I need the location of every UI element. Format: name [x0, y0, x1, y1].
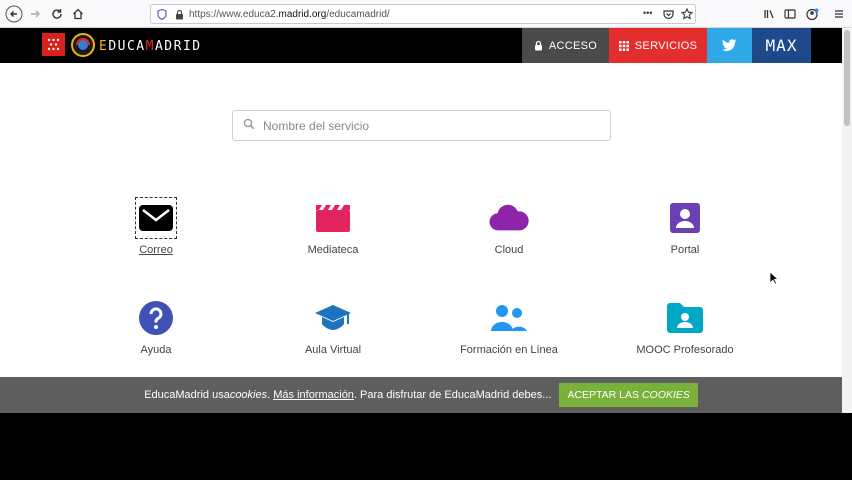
page-actions-button[interactable]: •••: [643, 8, 652, 18]
accept-label: ACEPTAR LAS: [567, 389, 642, 401]
url-text: https://www.educa2.madrid.org/educamadri…: [189, 9, 390, 20]
account-icon: [805, 8, 818, 20]
url-bar[interactable]: https://www.educa2.madrid.org/educamadri…: [150, 4, 696, 24]
lock-icon: [534, 40, 542, 51]
service-correo[interactable]: Correo: [76, 197, 236, 258]
back-arrow-icon: [5, 5, 23, 23]
acceso-label: ACCESO: [548, 39, 598, 52]
cookie-text-cookies: cookies: [229, 389, 268, 401]
service-label: Correo: [139, 244, 173, 256]
service-mediateca[interactable]: Mediateca: [253, 198, 413, 258]
bookmark-star-icon[interactable]: [681, 8, 693, 20]
home-icon: [73, 8, 83, 20]
site-header: EDUCAMADRID ACCESO SERVICIOS MAX: [0, 28, 842, 63]
account-button[interactable]: [803, 4, 821, 24]
scrollbar-thumb[interactable]: [844, 30, 850, 126]
stars-icon: [47, 38, 60, 51]
library-button[interactable]: [760, 4, 778, 24]
more-info-link[interactable]: Más información: [273, 389, 354, 401]
service-label: Cloud: [494, 244, 524, 256]
grid-icon: [618, 40, 629, 51]
educamadrid-emblem[interactable]: [71, 33, 95, 57]
portrait-icon: [665, 198, 705, 238]
brand-letter-m: M: [145, 39, 155, 54]
library-icon: [764, 10, 774, 19]
graduation-cap-icon: [313, 298, 353, 338]
page-scrollbar[interactable]: [842, 28, 852, 413]
forward-arrow-icon: [31, 10, 40, 18]
menu-button[interactable]: [830, 4, 848, 24]
reload-button[interactable]: [47, 4, 67, 24]
cloud-icon: [489, 198, 529, 238]
page-viewport: EDUCAMADRID ACCESO SERVICIOS MAX Nombre …: [0, 28, 852, 413]
educamadrid-wordmark[interactable]: EDUCAMADRID: [99, 39, 202, 54]
comunidad-madrid-logo[interactable]: [42, 33, 65, 56]
folder-user-icon: [665, 298, 705, 338]
service-cloud[interactable]: Cloud: [429, 198, 589, 258]
cookie-banner: EducaMadrid usa cookies. Más información…: [0, 377, 842, 413]
emblem-icon: [76, 38, 90, 50]
service-label: Formación en Línea: [460, 344, 558, 356]
question-icon: [136, 298, 176, 338]
acceso-button[interactable]: ACCESO: [522, 28, 609, 63]
pocket-icon[interactable]: [663, 9, 674, 20]
service-label: MOOC Profesorado: [636, 344, 734, 356]
max-button[interactable]: MAX: [752, 28, 811, 63]
service-aula-virtual[interactable]: Aula Virtual: [253, 298, 413, 358]
accept-label-cookies: COOKIES: [641, 389, 690, 401]
url-domain: madrid.org: [278, 8, 327, 20]
service-mooc-profesorado[interactable]: MOOC Profesorado: [605, 298, 765, 358]
servicios-button[interactable]: SERVICIOS: [609, 28, 707, 63]
clapperboard-icon: [313, 198, 353, 238]
service-label: Portal: [670, 244, 700, 256]
forward-button[interactable]: [25, 4, 45, 24]
search-input[interactable]: [263, 118, 593, 133]
brand-duca: DUCA: [108, 39, 146, 54]
screen: https://www.educa2.madrid.org/educamadri…: [0, 0, 852, 480]
lock-icon: [176, 9, 183, 20]
mouse-cursor-icon: [769, 271, 778, 285]
sidebar-icon: [784, 9, 796, 19]
service-formacion-en-linea[interactable]: Formación en Línea: [429, 298, 589, 358]
service-ayuda[interactable]: Ayuda: [76, 298, 236, 358]
brand-adrid: ADRID: [154, 39, 202, 54]
cookie-text-1: EducaMadrid usa: [144, 389, 230, 401]
home-button[interactable]: [68, 4, 88, 24]
back-button[interactable]: [4, 4, 24, 24]
cookie-text-3: . Para disfrutar de EducaMadrid debes...: [353, 389, 552, 401]
servicios-label: SERVICIOS: [634, 39, 698, 52]
hamburger-icon: [835, 10, 843, 18]
twitter-button[interactable]: [707, 28, 752, 63]
sidebar-button[interactable]: [781, 4, 799, 24]
service-label: Ayuda: [140, 344, 172, 356]
reload-icon: [52, 9, 62, 19]
service-label: Aula Virtual: [304, 344, 362, 356]
users-icon: [489, 298, 529, 338]
service-portal[interactable]: Portal: [605, 198, 765, 258]
accept-cookies-button[interactable]: ACEPTAR LAS COOKIES: [559, 383, 698, 407]
brand-letter-e: E: [99, 39, 109, 54]
service-search[interactable]: [232, 110, 611, 141]
search-icon: [235, 118, 263, 133]
browser-toolbar: https://www.educa2.madrid.org/educamadri…: [0, 0, 852, 28]
url-prefix: https://www.educa2.: [189, 8, 279, 20]
url-path: /educamadrid/: [326, 8, 390, 20]
service-label: Mediateca: [307, 244, 359, 256]
tracking-shield-icon: [157, 9, 167, 20]
envelope-icon: [135, 197, 177, 239]
twitter-bird-icon: [722, 39, 737, 51]
